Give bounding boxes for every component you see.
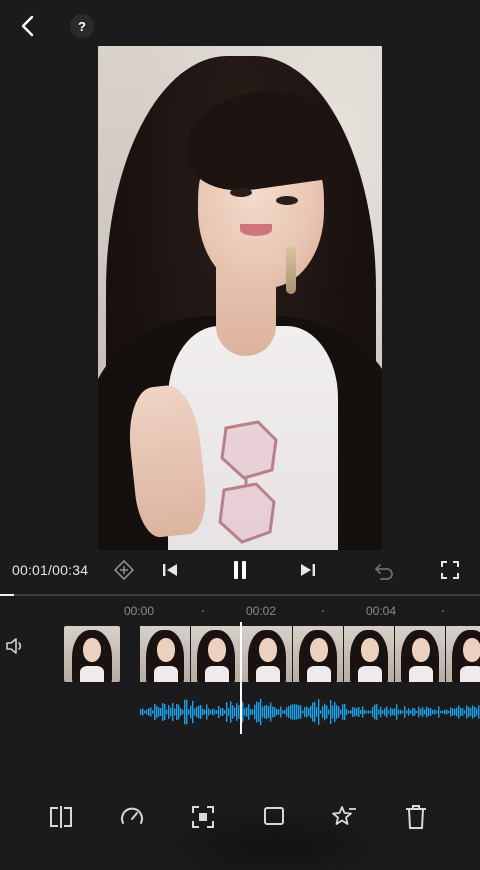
next-frame-button[interactable]: [296, 558, 320, 582]
time-current: 00:01: [12, 562, 49, 578]
delete-icon: [406, 805, 426, 829]
preview-eye-right: [276, 196, 298, 205]
video-track[interactable]: [140, 626, 480, 682]
help-button[interactable]: ?: [70, 14, 94, 38]
undo-icon: [375, 564, 393, 580]
time-display: 00:01/00:34: [12, 562, 88, 578]
time-total: 00:34: [52, 562, 89, 578]
video-thumbnail: [293, 626, 343, 682]
skip-previous-icon: [163, 564, 177, 576]
ruler-label: 00:02: [246, 604, 277, 618]
skip-next-icon: [301, 564, 315, 576]
keyframe-diamond-icon: [113, 559, 135, 581]
chevron-left-icon: [21, 15, 34, 37]
ruler-dot: [202, 610, 204, 612]
ruler-dot: [322, 610, 324, 612]
replace-icon: [264, 807, 284, 825]
replace-button[interactable]: [259, 802, 289, 832]
ruler-label: 00:00: [124, 604, 155, 618]
video-preview[interactable]: [98, 46, 382, 550]
speaker-icon: [6, 638, 22, 654]
speed-icon: [121, 807, 143, 824]
ruler-label: 00:04: [366, 604, 397, 618]
playhead[interactable]: [240, 622, 242, 734]
audio-waveform[interactable]: [140, 690, 480, 734]
ruler-dot: [442, 610, 444, 612]
pause-icon: [234, 561, 246, 579]
keyframe-button[interactable]: [112, 558, 136, 582]
progress-track[interactable]: [0, 594, 480, 596]
preview-glasses: [218, 420, 278, 544]
video-thumbnail: [446, 626, 480, 682]
pause-button[interactable]: [226, 556, 254, 584]
back-button[interactable]: [12, 10, 44, 42]
preview-eye-left: [230, 188, 252, 197]
mute-button[interactable]: [4, 634, 28, 658]
delete-button[interactable]: [401, 802, 431, 832]
fullscreen-icon: [441, 561, 459, 579]
progress-fill: [0, 594, 15, 596]
help-label: ?: [78, 18, 86, 34]
preview-earring: [286, 246, 296, 294]
video-thumbnail: [191, 626, 241, 682]
effects-button[interactable]: [330, 802, 360, 832]
fullscreen-button[interactable]: [438, 558, 462, 582]
video-thumbnail: [344, 626, 394, 682]
crop-icon: [192, 806, 214, 828]
undo-button[interactable]: [372, 558, 396, 582]
cover-clip[interactable]: [64, 626, 120, 682]
cover-thumbnail: [64, 626, 120, 682]
speed-button[interactable]: [117, 802, 147, 832]
video-thumbnail: [140, 626, 190, 682]
preview-lips: [240, 224, 272, 236]
split-icon: [50, 806, 72, 828]
crop-button[interactable]: [188, 802, 218, 832]
effects-icon: [332, 806, 356, 825]
previous-frame-button[interactable]: [158, 558, 182, 582]
video-thumbnail: [242, 626, 292, 682]
split-button[interactable]: [46, 802, 76, 832]
video-thumbnail: [395, 626, 445, 682]
